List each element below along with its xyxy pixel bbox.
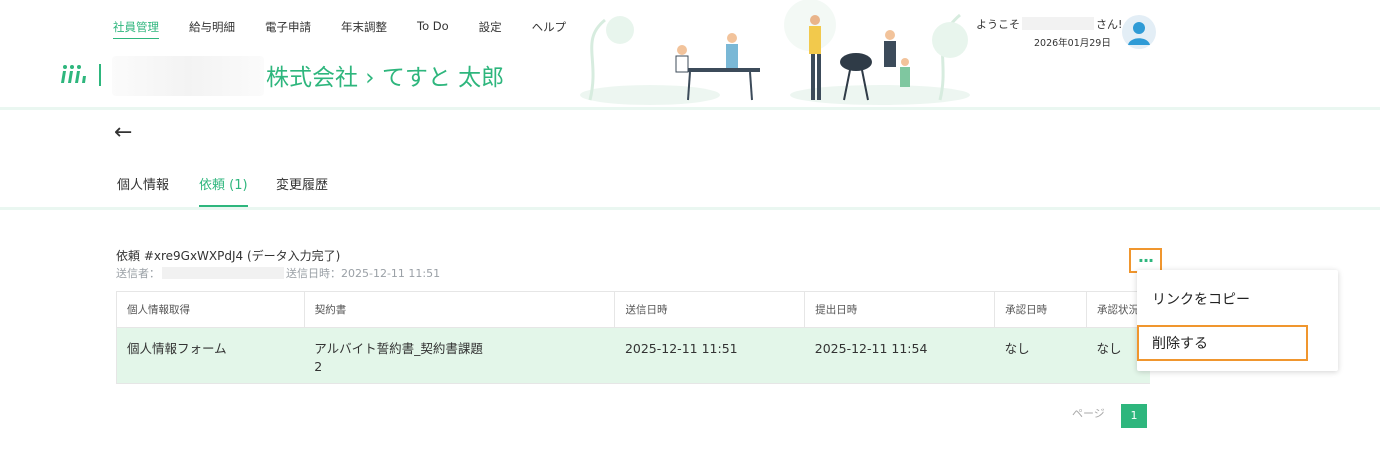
col-header-contract: 契約書	[303, 291, 616, 328]
cell-sent-at: 2025-12-11 11:51	[614, 327, 805, 384]
top-nav: 社員管理 給与明細 電子申請 年末調整 To Do 設定 ヘルプ	[113, 19, 596, 39]
menu-copy-link[interactable]: リンクをコピー	[1152, 289, 1250, 309]
tab-requests[interactable]: 依頼 (1)	[199, 174, 248, 207]
tab-personal-info[interactable]: 個人情報	[117, 174, 169, 205]
request-meta: 送信者： 送信日時：2025-12-11 11:51	[116, 265, 440, 281]
cell-contract: アルバイト誓約書_契約書課題 2	[304, 327, 615, 384]
request-title: 依頼 #xre9GxWXPdJ4 (データ入力完了)	[116, 249, 341, 263]
welcome-message: ようこそ さん!	[976, 16, 1122, 32]
sent-datetime: 送信日時：2025-12-11 11:51	[286, 267, 441, 280]
nav-payslip[interactable]: 給与明細	[189, 19, 235, 39]
cell-approved-at: なし	[994, 327, 1087, 384]
app-header: 社員管理 給与明細 電子申請 年末調整 To Do 設定 ヘルプ 株式会社 › …	[0, 0, 1380, 110]
table-header-row: 個人情報取得 契約書 送信日時 提出日時 承認日時 承認状況	[116, 291, 1150, 328]
current-date: 2026年01月29日	[1034, 38, 1111, 49]
col-header-approved-at: 承認日時	[994, 291, 1088, 328]
tab-change-history[interactable]: 変更履歴	[276, 174, 328, 205]
page-button-current[interactable]: 1	[1121, 404, 1147, 428]
pagination-label: ページ	[1072, 407, 1105, 420]
col-header-personal-info: 個人情報取得	[116, 291, 305, 328]
sender-name-redacted	[162, 267, 284, 279]
cell-personal-info-form: 個人情報フォーム	[116, 327, 305, 384]
nav-year-end-adjustment[interactable]: 年末調整	[341, 19, 387, 39]
nav-employee-management[interactable]: 社員管理	[113, 19, 159, 39]
back-arrow-icon[interactable]: ←	[114, 122, 132, 144]
welcome-prefix: ようこそ	[976, 18, 1020, 31]
welcome-suffix: さん!	[1096, 18, 1123, 31]
cell-submitted-at: 2025-12-11 11:54	[804, 327, 995, 384]
col-header-submitted-at: 提出日時	[804, 291, 996, 328]
menu-delete[interactable]: 削除する	[1137, 325, 1308, 361]
company-name-redacted	[112, 56, 264, 96]
context-menu: リンクをコピー 削除する	[1137, 270, 1338, 371]
nav-e-application[interactable]: 電子申請	[265, 19, 311, 39]
nav-settings[interactable]: 設定	[479, 19, 502, 39]
company-breadcrumb: 株式会社 › てすと 太郎	[266, 65, 505, 91]
user-name-redacted	[1022, 17, 1094, 30]
bbq-party-illustration	[580, 0, 970, 105]
app-logo-icon[interactable]	[60, 62, 86, 86]
tab-bar: 個人情報 依頼 (1) 変更履歴	[0, 164, 1380, 210]
table-row[interactable]: 個人情報フォーム アルバイト誓約書_契約書課題 2 2025-12-11 11:…	[116, 327, 1150, 384]
brand-divider	[99, 64, 101, 86]
user-avatar-icon[interactable]	[1122, 15, 1156, 49]
nav-todo[interactable]: To Do	[417, 19, 449, 39]
col-header-sent-at: 送信日時	[614, 291, 806, 328]
request-table: 個人情報取得 契約書 送信日時 提出日時 承認日時 承認状況 個人情報フォーム …	[116, 291, 1150, 384]
sender-label: 送信者：	[116, 267, 160, 280]
